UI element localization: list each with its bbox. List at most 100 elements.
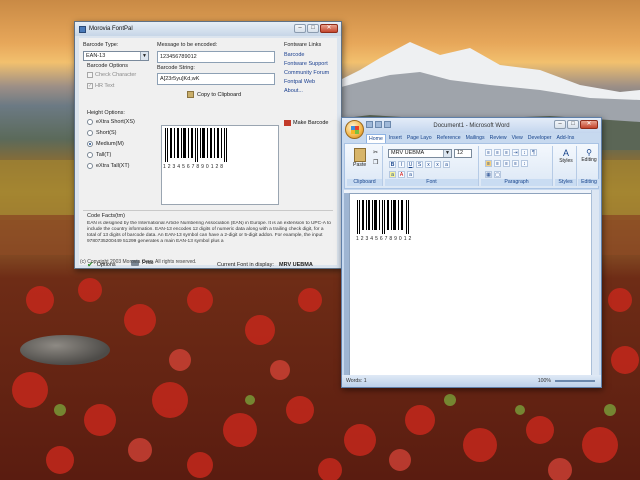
align-center-icon[interactable]: ≡ bbox=[494, 160, 501, 167]
line-spacing-icon[interactable]: ↕ bbox=[521, 160, 528, 167]
checkbox-box bbox=[87, 72, 93, 78]
zoom-slider[interactable] bbox=[555, 380, 595, 382]
font-name-select[interactable]: MRV UEBMA ▼ bbox=[388, 149, 452, 158]
height-option-xs[interactable]: eXtra Short(XS) bbox=[87, 119, 135, 125]
height-option-xt[interactable]: eXtra Tall(XT) bbox=[87, 163, 130, 169]
italic-button[interactable]: I bbox=[398, 161, 405, 168]
hr-text-label: HR Text bbox=[95, 83, 115, 89]
message-label: Message to be encoded: bbox=[157, 42, 218, 48]
radio-dot bbox=[87, 152, 93, 158]
undo-icon[interactable] bbox=[375, 121, 382, 128]
justify-icon[interactable]: ≡ bbox=[512, 160, 519, 167]
barcode-digits: 1 2 3 4 5 6 7 8 9 0 1 2 bbox=[356, 236, 412, 242]
align-left-icon[interactable]: ≡ bbox=[485, 160, 492, 167]
rock bbox=[20, 335, 110, 365]
close-button[interactable]: ✕ bbox=[320, 24, 338, 33]
copy-icon[interactable]: ❐ bbox=[373, 159, 378, 166]
indent-icon[interactable]: ⇥ bbox=[512, 149, 519, 156]
link-about[interactable]: About... bbox=[284, 88, 303, 94]
radio-dot-selected bbox=[87, 141, 93, 147]
change-case-button[interactable]: a bbox=[443, 161, 450, 168]
barcode-image bbox=[357, 200, 409, 234]
align-right-icon[interactable]: ≡ bbox=[503, 160, 510, 167]
tab-view[interactable]: View bbox=[510, 134, 525, 143]
document-page[interactable]: 1 2 3 4 5 6 7 8 9 0 1 2 bbox=[349, 193, 593, 377]
office-button[interactable] bbox=[345, 120, 364, 139]
maximize-button[interactable]: □ bbox=[307, 24, 319, 33]
fontware-links-label: Fontware Links bbox=[284, 42, 322, 48]
vertical-scrollbar[interactable] bbox=[591, 190, 599, 375]
tab-add-ins[interactable]: Add-Ins bbox=[554, 134, 576, 143]
bold-button[interactable]: B bbox=[389, 161, 396, 168]
highlight-button[interactable]: a bbox=[389, 171, 396, 178]
link-community-forum[interactable]: Community Forum bbox=[284, 70, 329, 76]
height-option-s[interactable]: Short(S) bbox=[87, 130, 116, 136]
save-icon[interactable] bbox=[366, 121, 373, 128]
link-fontpal-web[interactable]: Fontpal Web bbox=[284, 79, 315, 85]
superscript-button[interactable]: x bbox=[434, 161, 441, 168]
redo-icon[interactable] bbox=[384, 121, 391, 128]
link-barcode[interactable]: Barcode bbox=[284, 52, 305, 58]
current-font-label: Current Font in display: bbox=[217, 262, 274, 268]
message-input[interactable]: 123456789012 bbox=[157, 51, 275, 63]
chevron-down-icon: ▼ bbox=[443, 150, 451, 157]
height-options-label: Height Options: bbox=[87, 110, 125, 116]
underline-button[interactable]: U bbox=[407, 161, 414, 168]
minimize-button[interactable]: – bbox=[294, 24, 306, 33]
clipboard-group-label: Clipboard bbox=[347, 179, 382, 186]
color-buttons: aAa bbox=[388, 171, 415, 178]
height-option-label: eXtra Tall(XT) bbox=[96, 163, 130, 169]
checkmark-icon: ✓ bbox=[87, 83, 93, 89]
font-size-value: 12 bbox=[457, 150, 464, 156]
check-character-checkbox[interactable]: Check Character bbox=[87, 72, 136, 78]
editing-label: Editing bbox=[581, 157, 597, 163]
barcode-type-select[interactable]: EAN-13 ▼ bbox=[83, 51, 149, 61]
current-font-value: MRV UEBMA bbox=[279, 262, 313, 268]
make-barcode-button[interactable]: Make Barcode bbox=[284, 120, 328, 126]
hr-text-checkbox[interactable]: ✓ HR Text bbox=[87, 83, 114, 89]
tab-references[interactable]: Reference bbox=[435, 134, 463, 143]
font-size-select[interactable]: 12 bbox=[454, 149, 472, 158]
barcode-string-field[interactable]: A[23r5yu]Kd,wK bbox=[157, 73, 275, 85]
make-barcode-label: Make Barcode bbox=[293, 120, 329, 126]
status-bar: Words: 1 100% bbox=[342, 375, 601, 387]
height-option-label: Short(S) bbox=[96, 130, 117, 136]
font-color-button[interactable]: A bbox=[398, 171, 405, 178]
zoom-level[interactable]: 100% bbox=[538, 375, 551, 387]
subscript-button[interactable]: x bbox=[425, 161, 432, 168]
paste-button[interactable]: Paste bbox=[353, 148, 366, 168]
pilcrow-icon[interactable]: ¶ bbox=[530, 149, 537, 156]
tab-insert[interactable]: Insert bbox=[387, 134, 404, 143]
link-fontware-support[interactable]: Fontware Support bbox=[284, 61, 328, 67]
shading-icon[interactable]: ▦ bbox=[485, 171, 492, 178]
make-barcode-icon bbox=[284, 120, 291, 126]
numbering-icon[interactable]: ≡ bbox=[494, 149, 501, 156]
tab-review[interactable]: Review bbox=[488, 134, 509, 143]
copy-to-clipboard-button[interactable]: Copy to Clipboard bbox=[187, 91, 241, 98]
editing-button[interactable]: ⚲ Editing bbox=[579, 148, 599, 163]
tab-developer[interactable]: Developer bbox=[526, 134, 554, 143]
tab-mailings[interactable]: Mailings bbox=[464, 134, 487, 143]
cut-icon[interactable]: ✂ bbox=[373, 149, 378, 156]
minimize-button[interactable]: – bbox=[554, 120, 566, 129]
height-option-t[interactable]: Tall(T) bbox=[87, 152, 111, 158]
tab-home[interactable]: Home bbox=[366, 134, 386, 143]
tab-page-layout[interactable]: Page Layo bbox=[405, 134, 434, 143]
sort-icon[interactable]: ↕ bbox=[521, 149, 528, 156]
height-option-m[interactable]: Medium(M) bbox=[87, 141, 124, 147]
word-window: Document1 - Microsoft Word – □ ✕ Home In… bbox=[341, 117, 602, 388]
editing-group-label: Editing bbox=[578, 179, 600, 186]
strikethrough-button[interactable]: S bbox=[416, 161, 423, 168]
radio-dot bbox=[87, 163, 93, 169]
clear-format-button[interactable]: a bbox=[407, 171, 414, 178]
fontpal-titlebar[interactable]: Morovia FontPal – □ ✕ bbox=[75, 22, 341, 36]
styles-button[interactable]: A Styles bbox=[557, 148, 575, 164]
multilevel-icon[interactable]: ≡ bbox=[503, 149, 510, 156]
close-button[interactable]: ✕ bbox=[580, 120, 598, 129]
maximize-button[interactable]: □ bbox=[567, 120, 579, 129]
format-buttons: BIUSxxa bbox=[388, 161, 451, 168]
border-icon[interactable]: ▢ bbox=[494, 171, 501, 178]
font-name-value: MRV UEBMA bbox=[391, 150, 425, 156]
bullets-icon[interactable]: ≡ bbox=[485, 149, 492, 156]
barcode-digits: 1 2 3 4 5 6 7 8 9 0 1 2 8 bbox=[163, 164, 224, 170]
